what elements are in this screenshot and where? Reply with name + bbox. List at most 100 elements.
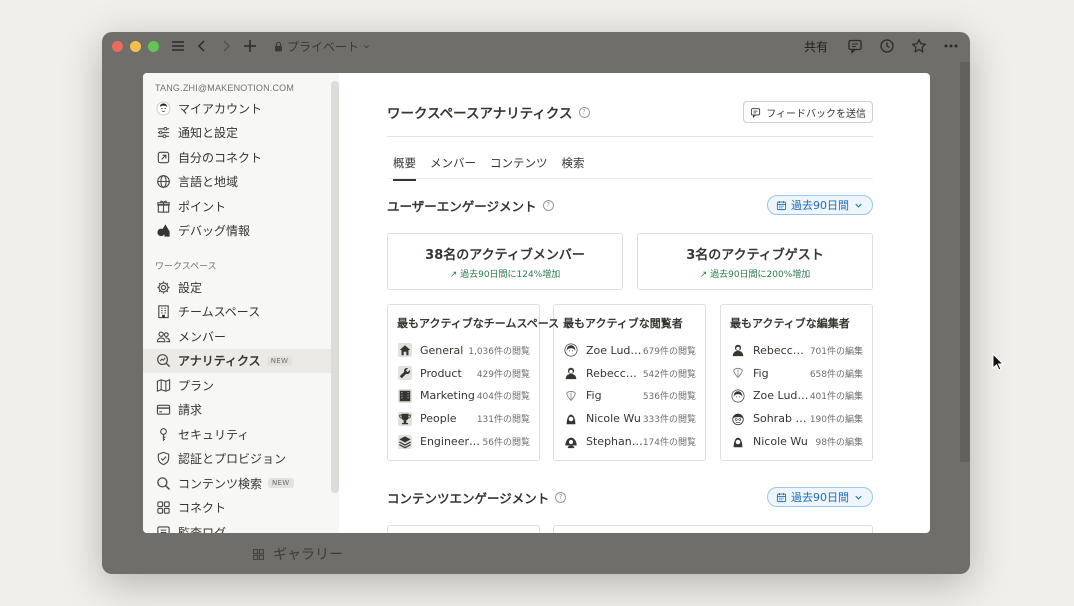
editor-name: Nicole Wu (753, 435, 808, 449)
help-icon[interactable]: ? (578, 106, 590, 118)
window-controls (112, 40, 159, 52)
send-feedback-label: フィードバックを送信 (766, 108, 866, 120)
date-range-label: 過去90日間 (791, 491, 849, 504)
calendar-icon (776, 492, 787, 502)
sidebar-item-members[interactable]: メンバー (143, 324, 339, 349)
list-item[interactable]: General 1,036件の閲覧 (397, 339, 530, 362)
sidebar-item-label: コネクト (178, 501, 227, 516)
sidebar-item-connections[interactable]: コネクト (143, 496, 339, 521)
sidebar-item-my-connections[interactable]: 自分のコネクト (143, 145, 339, 170)
new-badge: NEW (266, 355, 293, 366)
sidebar-item-identity-provisioning[interactable]: 認証とプロビジョン (143, 447, 339, 472)
edit-count: 701件の編集 (809, 346, 863, 357)
help-icon[interactable]: ? (542, 199, 554, 211)
trend-up-icon: ↗ (449, 270, 458, 280)
list-item[interactable]: Rebecca Lee 542件の閲覧 (563, 362, 696, 385)
sidebar-item-audit-log[interactable]: 監査ログ (143, 520, 339, 533)
send-feedback-button[interactable]: フィードバックを送信 (743, 101, 873, 123)
view-count: 1,036件の閲覧 (468, 346, 530, 357)
close-window-button[interactable] (112, 40, 123, 52)
list-item[interactable]: Stephanie Li 174件の閲覧 (563, 430, 696, 453)
sidebar-item-billing[interactable]: 請求 (143, 398, 339, 423)
list-item[interactable]: Sohrab Amini 190件の編集 (730, 407, 863, 430)
gear-icon (155, 279, 171, 295)
sidebar-item-points[interactable]: ポイント (143, 194, 339, 219)
teamspace-name: General (420, 343, 464, 357)
teamspace-name: Engineering (420, 435, 482, 449)
tabs-divider (387, 178, 873, 179)
shapes-icon (155, 223, 171, 239)
list-item[interactable]: Product 429件の閲覧 (397, 362, 530, 385)
chevron-down-icon (363, 44, 370, 48)
view-count: 542件の閲覧 (642, 369, 696, 380)
trophy-icon (397, 411, 412, 426)
top-viewers-card: 最もアクティブな閲覧者 Zoe Ludwig 679件の閲覧 Rebecca L… (553, 304, 706, 461)
view-count: 404件の閲覧 (476, 392, 530, 403)
viewer-name: Fig (586, 389, 602, 403)
help-icon[interactable]: ? (555, 491, 567, 503)
edit-count: 98件の編集 (815, 438, 863, 449)
active-members-card: 38名のアクティブメンバー ↗ 過去90日間に124%増加 (387, 233, 623, 290)
sidebar-item-label: チームスペース (178, 305, 261, 320)
background-gallery-label: ギャラリー (273, 547, 343, 563)
sidebar-item-security[interactable]: セキュリティ (143, 422, 339, 447)
clock-icon[interactable] (878, 37, 896, 55)
content-card (553, 525, 873, 533)
star-icon[interactable] (910, 37, 928, 55)
sidebar-item-label: 監査ログ (178, 525, 227, 533)
user-avatar-icon (563, 366, 578, 381)
sidebar-item-teamspaces[interactable]: チームスペース (143, 300, 339, 325)
comment-icon (751, 107, 761, 118)
share-button[interactable]: 共有 (804, 38, 828, 55)
new-badge: NEW (268, 478, 294, 489)
sidebar-item-language[interactable]: 言語と地域 (143, 170, 339, 195)
list-title: 最もアクティブな閲覧者 (563, 317, 683, 330)
sidebar-scrollbar[interactable] (331, 81, 339, 493)
date-range-dropdown[interactable]: 過去90日間 (767, 487, 873, 507)
list-item[interactable]: Rebecca Lee 701件の編集 (730, 339, 863, 362)
top-editors-card: 最もアクティブな編集者 Rebecca Lee 701件の編集 Fig 658件… (720, 304, 873, 461)
sidebar-item-content-search[interactable]: コンテンツ検索 NEW (143, 471, 339, 496)
comment-icon[interactable] (846, 37, 864, 55)
list-item[interactable]: Zoe Ludwig 679件の閲覧 (563, 339, 696, 362)
chevron-down-icon (855, 203, 862, 208)
menu-icon[interactable] (169, 37, 187, 55)
page-scrollbar[interactable] (960, 62, 970, 462)
grid-icon (155, 500, 171, 516)
zoom-window-button[interactable] (148, 40, 159, 52)
list-item[interactable]: Engineering 56件の閲覧 (397, 430, 530, 453)
title-bar-actions: 共有 (804, 37, 960, 55)
stat-change: ↗ 過去90日間に200%増加 (638, 267, 872, 280)
list-title: 最もアクティブな編集者 (730, 317, 850, 330)
back-arrow-icon[interactable] (193, 37, 211, 55)
date-range-dropdown[interactable]: 過去90日間 (767, 195, 873, 215)
list-item[interactable]: Marketing 404件の閲覧 (397, 385, 530, 408)
stat-change-text: 過去90日間に200%増加 (710, 270, 811, 280)
people-icon (155, 328, 171, 344)
minimize-window-button[interactable] (130, 40, 141, 52)
forward-arrow-icon[interactable] (217, 37, 235, 55)
sidebar-item-notifications[interactable]: 通知と設定 (143, 121, 339, 146)
list-item[interactable]: Nicole Wu 98件の編集 (730, 430, 863, 453)
section-title: ユーザーエンゲージメント (387, 198, 537, 214)
sidebar-item-settings[interactable]: 設定 (143, 275, 339, 300)
more-options-icon[interactable] (942, 37, 960, 55)
film-icon (397, 388, 412, 403)
list-item[interactable]: Fig 536件の閲覧 (563, 385, 696, 408)
sidebar-item-my-account[interactable]: マイアカウント (143, 96, 339, 121)
stat-value: 3名のアクティブゲスト (686, 248, 824, 263)
sidebar-item-debug[interactable]: デバッグ情報 (143, 219, 339, 244)
sidebar-item-label: マイアカウント (178, 101, 263, 116)
list-item[interactable]: Fig 658件の編集 (730, 362, 863, 385)
user-avatar-icon (563, 411, 578, 426)
new-page-plus-icon[interactable] (241, 37, 259, 55)
list-item[interactable]: Zoe Ludwig 401件の編集 (730, 385, 863, 408)
background-gallery-item: ギャラリー (252, 544, 343, 564)
breadcrumb[interactable]: プライベート (273, 38, 371, 55)
sidebar-item-analytics[interactable]: アナリティクス NEW (143, 348, 339, 373)
list-item[interactable]: People 131件の閲覧 (397, 407, 530, 430)
sidebar-item-plans[interactable]: プラン (143, 373, 339, 398)
list-item[interactable]: Nicole Wu 333件の閲覧 (563, 407, 696, 430)
trend-up-icon: ↗ (699, 270, 708, 280)
chevron-down-icon (855, 495, 862, 500)
